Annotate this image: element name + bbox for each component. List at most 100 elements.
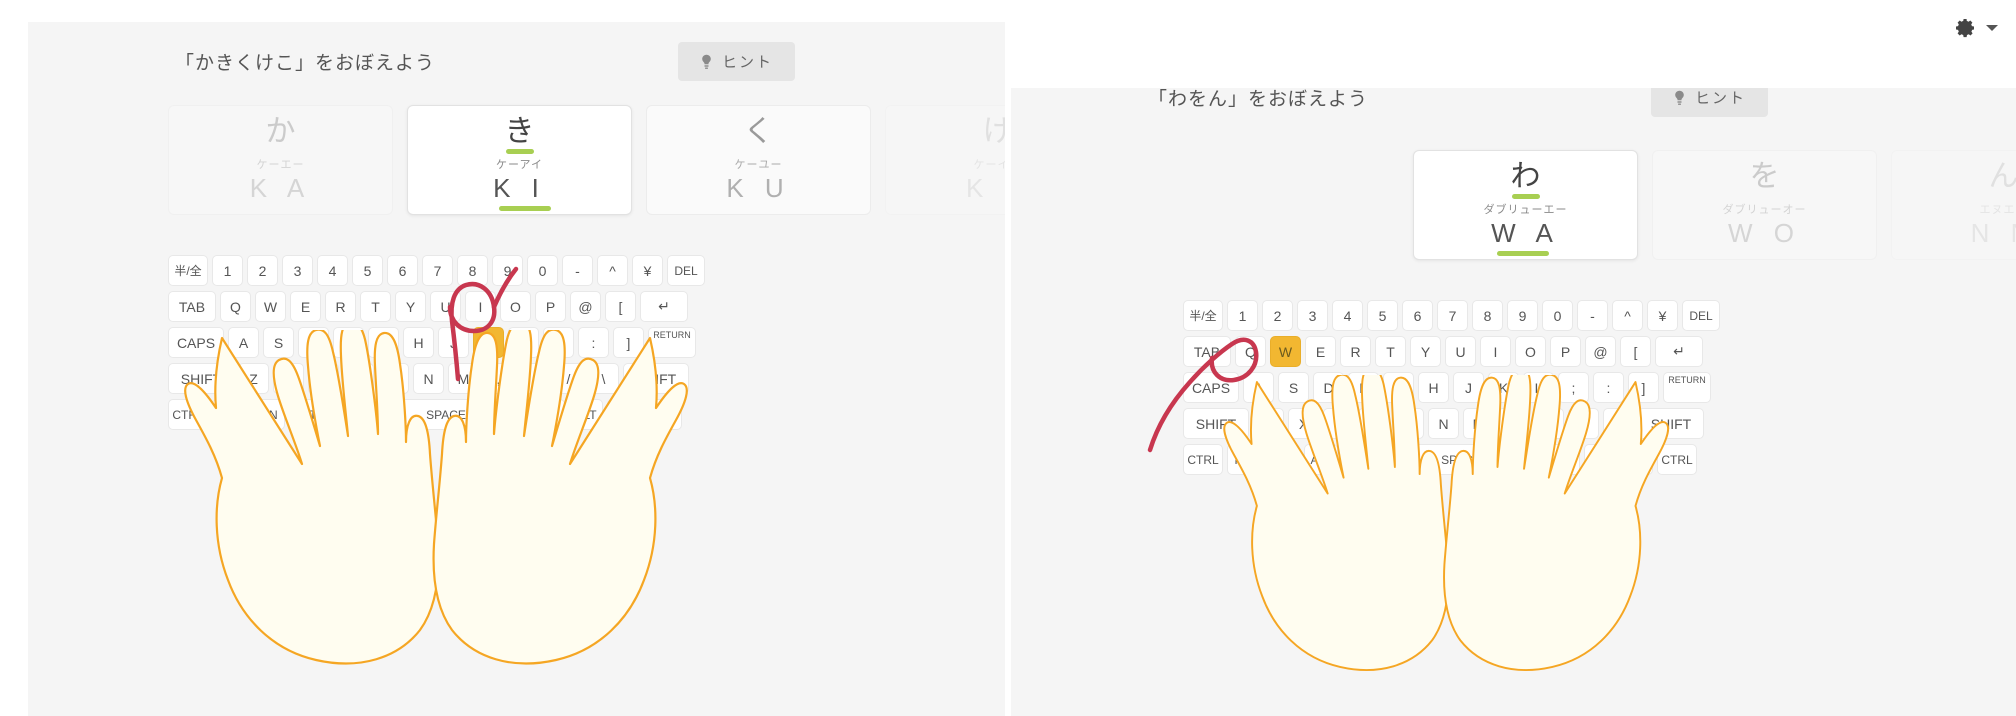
left-virtual-keyboard[interactable]: 半/全 1 2 3 4 5 6 7 8 9 0- ^ ¥ DEL TAB Q W E R T Y U I O P @[↵ CAPS A… <box>168 255 705 435</box>
key-y[interactable]: Y <box>395 291 426 322</box>
key-y[interactable]: Y <box>1410 336 1441 367</box>
chevron-down-icon[interactable] <box>1986 25 1998 31</box>
key-0[interactable]: 0 <box>1542 300 1573 331</box>
key-c[interactable]: C <box>1323 408 1354 439</box>
key-caps[interactable]: CAPS <box>168 327 224 358</box>
key-6[interactable]: 6 <box>387 255 418 286</box>
key-a[interactable]: A <box>1243 372 1274 403</box>
key-k[interactable]: K <box>473 327 504 358</box>
key-6[interactable]: 6 <box>1402 300 1433 331</box>
key-[interactable]: / <box>1568 408 1599 439</box>
key-tab[interactable]: TAB <box>168 291 216 322</box>
key-f[interactable]: F <box>1348 372 1379 403</box>
gear-icon[interactable] <box>1956 18 1976 38</box>
key-v[interactable]: V <box>343 363 374 394</box>
key-[interactable]: . <box>518 363 549 394</box>
key-[interactable]: : <box>578 327 609 358</box>
key-n[interactable]: N <box>413 363 444 394</box>
key-fn[interactable]: FN <box>212 399 243 430</box>
key-fn[interactable]: FN <box>607 399 638 430</box>
key-ctrl[interactable]: CTRL <box>1183 444 1223 475</box>
key-u[interactable]: U <box>1445 336 1476 367</box>
key-9[interactable]: 9 <box>492 255 523 286</box>
key-[interactable]: . <box>1533 408 1564 439</box>
key-i[interactable]: I <box>1480 336 1511 367</box>
key-alt[interactable]: ALT <box>569 399 603 430</box>
key-j[interactable]: J <box>438 327 469 358</box>
key-[interactable]: , <box>1498 408 1529 439</box>
key-fn[interactable]: FN <box>1227 444 1258 475</box>
key-l[interactable]: L <box>508 327 539 358</box>
key-o[interactable]: O <box>500 291 531 322</box>
key-[interactable]: @ <box>1585 336 1616 367</box>
key-r[interactable]: R <box>325 291 356 322</box>
key-x[interactable]: X <box>1288 408 1319 439</box>
key-[interactable]: [ <box>1620 336 1651 367</box>
key-alt[interactable]: ALT <box>1304 444 1338 475</box>
key-7[interactable]: 7 <box>1437 300 1468 331</box>
key-n[interactable]: N <box>1428 408 1459 439</box>
key-g[interactable]: G <box>1383 372 1414 403</box>
key-e[interactable]: E <box>290 291 321 322</box>
hint-button[interactable]: ヒント <box>677 42 795 81</box>
key-d[interactable]: D <box>298 327 329 358</box>
key-j[interactable]: J <box>1453 372 1484 403</box>
key-z[interactable]: Z <box>1253 408 1284 439</box>
key-1[interactable]: 1 <box>1227 300 1258 331</box>
key-0[interactable]: 0 <box>527 255 558 286</box>
key-[interactable]: ↵ <box>1655 336 1703 367</box>
key-p[interactable]: P <box>1550 336 1581 367</box>
key-i[interactable]: I <box>465 291 496 322</box>
key-q[interactable]: Q <box>220 291 251 322</box>
key-win[interactable]: WIN <box>247 399 285 430</box>
key-z[interactable]: Z <box>238 363 269 394</box>
key-2[interactable]: 2 <box>1262 300 1293 331</box>
key-p[interactable]: P <box>535 291 566 322</box>
key-8[interactable]: 8 <box>457 255 488 286</box>
key-[interactable]: \ <box>1603 408 1634 439</box>
key-2[interactable]: 2 <box>247 255 278 286</box>
key-shift[interactable]: SHIFT <box>623 363 689 394</box>
key-[interactable]: [ <box>605 291 636 322</box>
key-m[interactable]: M <box>1463 408 1494 439</box>
key-shift[interactable]: SHIFT <box>1183 408 1249 439</box>
key-[interactable]: 半/全 <box>168 255 208 286</box>
key-s[interactable]: S <box>263 327 294 358</box>
key-8[interactable]: 8 <box>1472 300 1503 331</box>
key-[interactable]: \ <box>588 363 619 394</box>
key-5[interactable]: 5 <box>1367 300 1398 331</box>
key-shift[interactable]: SHIFT <box>168 363 234 394</box>
key-return[interactable]: RETURN <box>1663 372 1711 403</box>
key-tab[interactable]: TAB <box>1183 336 1231 367</box>
key-ctrl[interactable]: CTRL <box>1657 444 1697 475</box>
key-b[interactable]: B <box>378 363 409 394</box>
key-d[interactable]: D <box>1313 372 1344 403</box>
key-3[interactable]: 3 <box>1297 300 1328 331</box>
key-[interactable]: @ <box>570 291 601 322</box>
key-[interactable]: - <box>1577 300 1608 331</box>
key-[interactable]: ; <box>543 327 574 358</box>
key-a[interactable]: A <box>228 327 259 358</box>
key-4[interactable]: 4 <box>317 255 348 286</box>
key-win[interactable]: WIN <box>1262 444 1300 475</box>
key-h[interactable]: H <box>403 327 434 358</box>
key-u[interactable]: U <box>430 291 461 322</box>
key-[interactable]: , <box>483 363 514 394</box>
key-w[interactable]: W <box>1270 336 1301 367</box>
key-w[interactable]: W <box>255 291 286 322</box>
key-[interactable]: ] <box>613 327 644 358</box>
key-r[interactable]: R <box>1340 336 1371 367</box>
key-del[interactable]: DEL <box>1682 300 1720 331</box>
key-[interactable]: 半/全 <box>1183 300 1223 331</box>
key-o[interactable]: O <box>1515 336 1546 367</box>
key-del[interactable]: DEL <box>667 255 705 286</box>
key-l[interactable]: L <box>1523 372 1554 403</box>
key-k[interactable]: K <box>1488 372 1519 403</box>
key-[interactable]: ↵ <box>640 291 688 322</box>
key-[interactable]: ] <box>1628 372 1659 403</box>
key-9[interactable]: 9 <box>1507 300 1538 331</box>
key-x[interactable]: X <box>273 363 304 394</box>
key-[interactable]: ^ <box>1612 300 1643 331</box>
key-7[interactable]: 7 <box>422 255 453 286</box>
key-c[interactable]: C <box>308 363 339 394</box>
